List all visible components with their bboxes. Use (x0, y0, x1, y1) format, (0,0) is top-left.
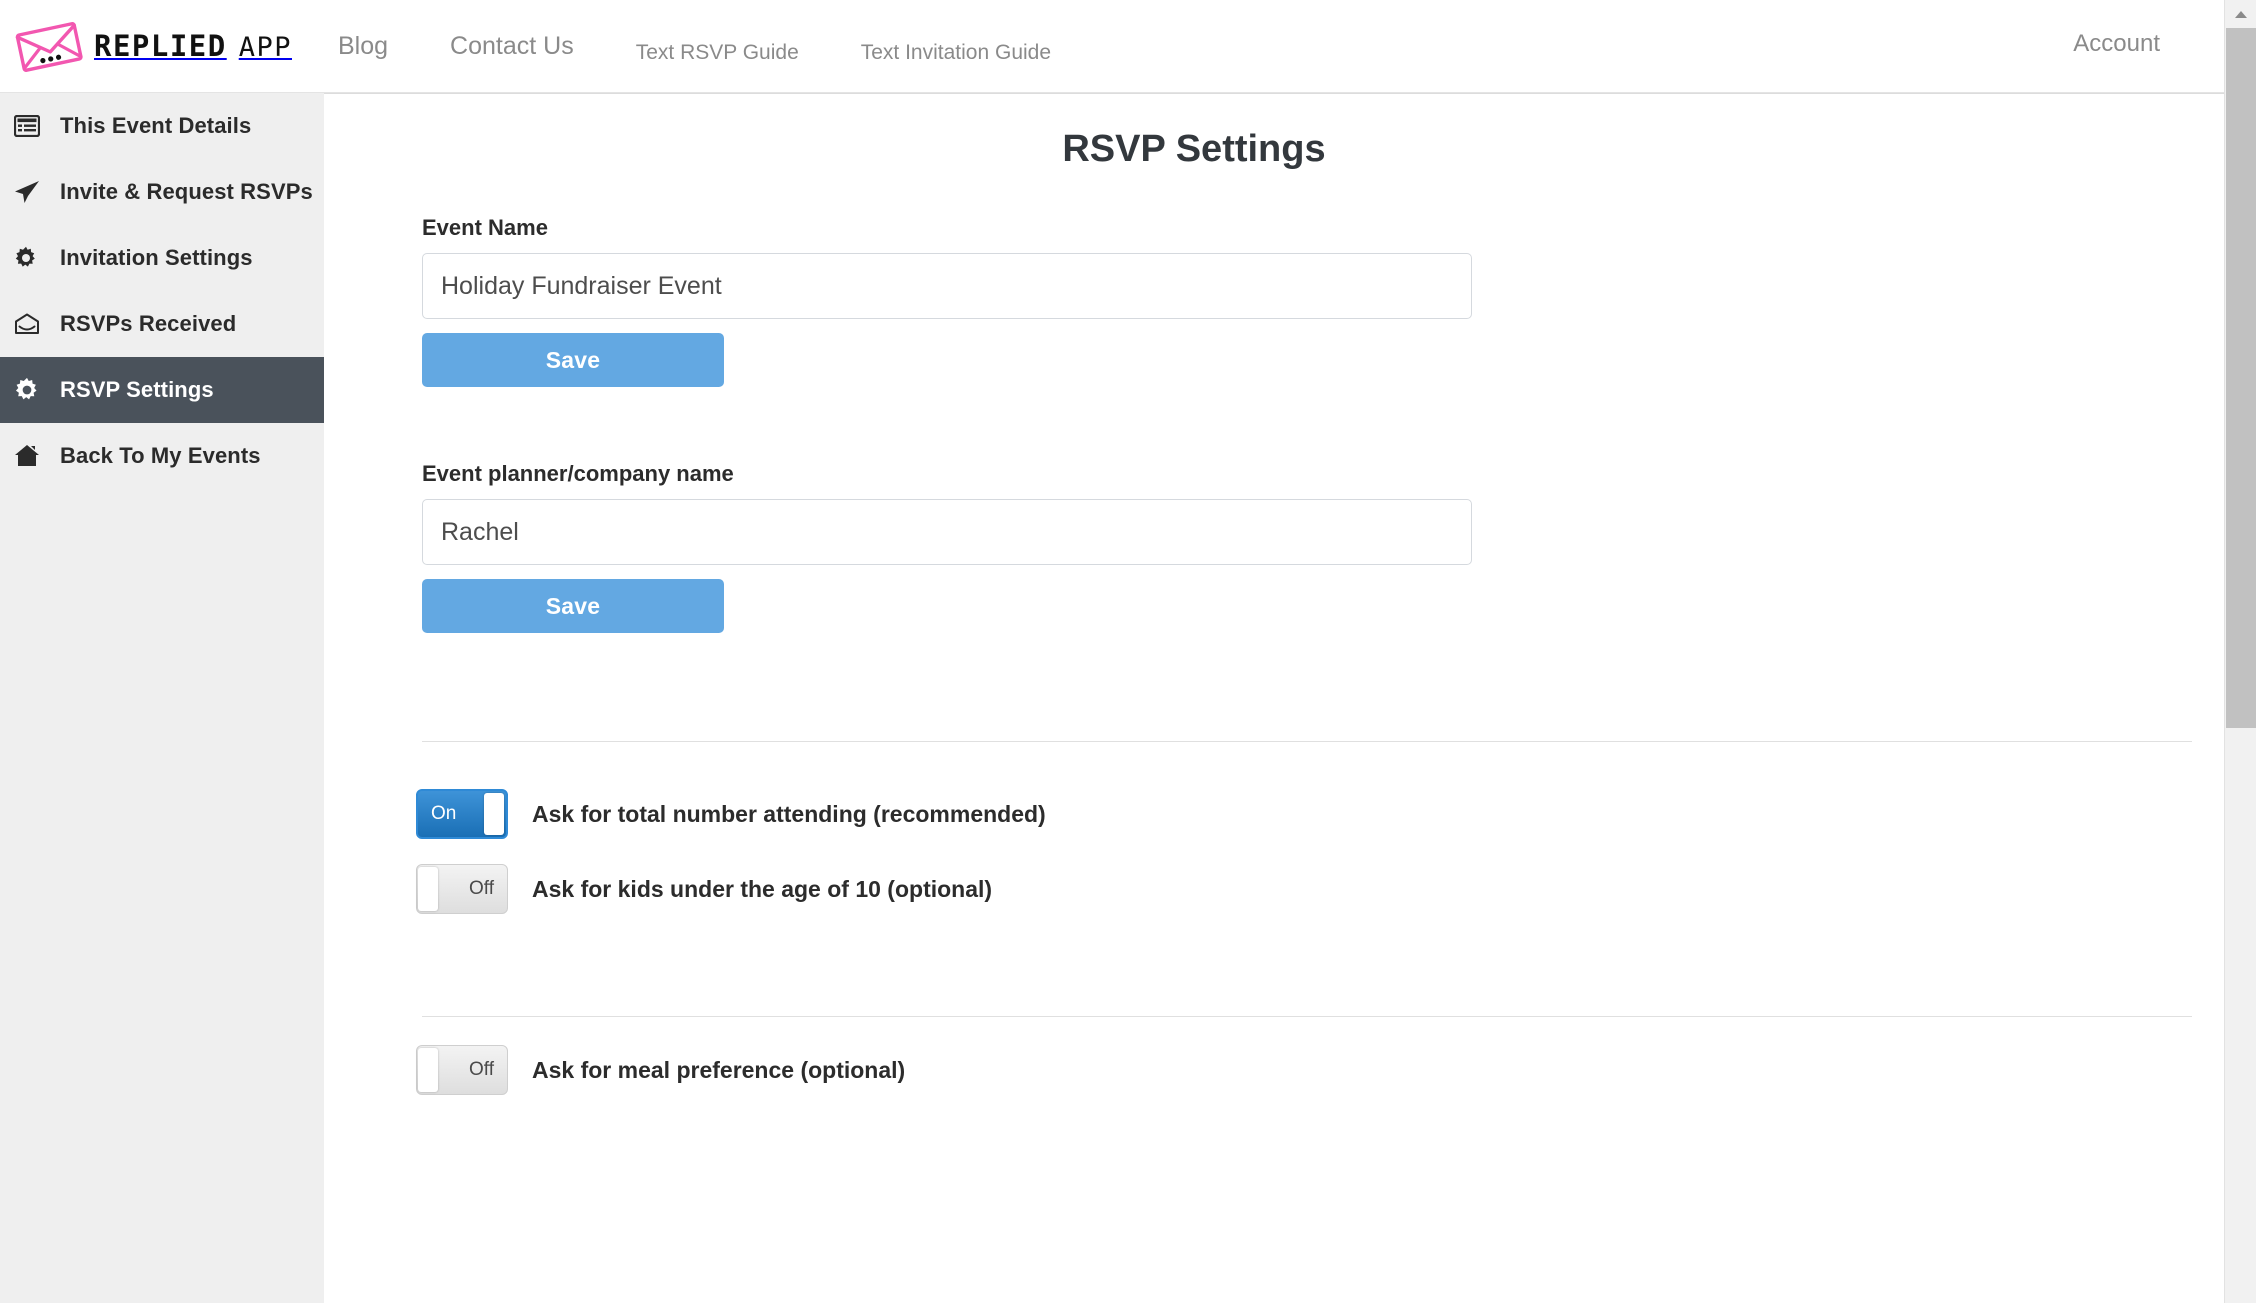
sidebar-item-label: RSVP Settings (60, 377, 214, 403)
section-divider (422, 741, 2192, 742)
account-link[interactable]: Account (2073, 30, 2160, 58)
toggle-knob (418, 867, 438, 911)
toggle-row-total-attending: On Ask for total number attending (recom… (416, 789, 2224, 839)
gear-icon (14, 377, 50, 403)
sidebar-item-label: Invite & Request RSVPs (60, 179, 313, 205)
brand-logo-link[interactable]: REPLIED APP (14, 20, 292, 72)
list-table-icon (14, 115, 50, 137)
home-icon (14, 444, 50, 468)
page-scrollbar[interactable] (2224, 0, 2256, 1303)
sidebar-item-invite-request-rsvps[interactable]: Invite & Request RSVPs (0, 159, 324, 225)
sidebar-item-back-to-my-events[interactable]: Back To My Events (0, 423, 324, 489)
toggle-label-kids-under-10: Ask for kids under the age of 10 (option… (532, 876, 992, 903)
sidebar-item-label: Back To My Events (60, 443, 261, 469)
page-title: RSVP Settings (324, 128, 2224, 171)
sidebar-item-label: This Event Details (60, 113, 251, 139)
scrollbar-thumb[interactable] (2226, 28, 2256, 728)
sidebar-item-label: Invitation Settings (60, 245, 253, 271)
brand-word-primary: REPLIED (94, 29, 227, 63)
section-divider (422, 1016, 2192, 1017)
gear-icon (14, 246, 50, 270)
save-event-name-button[interactable]: Save (422, 333, 724, 387)
event-name-label: Event Name (422, 215, 2224, 241)
brand-wordmark: REPLIED APP (94, 29, 292, 63)
page-root: REPLIED APP Blog Contact Us Text RSVP Gu… (0, 0, 2256, 1303)
save-event-planner-button[interactable]: Save (422, 579, 724, 633)
event-name-input[interactable] (422, 253, 1472, 319)
toggle-kids-under-10[interactable]: Off (416, 864, 508, 914)
nav-link-text-rsvp-guide[interactable]: Text RSVP Guide (636, 41, 799, 65)
event-name-field-group: Event Name Save (422, 215, 2224, 387)
sidebar-item-rsvps-received[interactable]: RSVPs Received (0, 291, 324, 357)
toggle-state-label: Off (469, 1046, 494, 1094)
envelope-open-icon (14, 313, 50, 335)
paper-plane-icon (14, 180, 50, 204)
toggle-knob (484, 793, 504, 835)
toggle-label-meal-preference: Ask for meal preference (optional) (532, 1057, 905, 1084)
event-planner-field-group: Event planner/company name Save (422, 461, 2224, 633)
main-content: RSVP Settings Event Name Save Event plan… (324, 93, 2224, 1303)
scroll-up-arrow-icon[interactable] (2225, 4, 2256, 24)
sidebar-item-this-event-details[interactable]: This Event Details (0, 93, 324, 159)
sidebar-item-label: RSVPs Received (60, 311, 236, 337)
top-navigation-bar: REPLIED APP Blog Contact Us Text RSVP Gu… (0, 0, 2224, 93)
nav-link-text-invitation-guide[interactable]: Text Invitation Guide (861, 41, 1051, 65)
toggle-state-label: Off (469, 865, 494, 913)
envelope-logo-icon (14, 20, 84, 72)
nav-link-blog[interactable]: Blog (338, 32, 388, 61)
sidebar-navigation: This Event Details Invite & Request RSVP… (0, 93, 324, 1303)
event-planner-input[interactable] (422, 499, 1472, 565)
sidebar-item-invitation-settings[interactable]: Invitation Settings (0, 225, 324, 291)
brand-word-secondary: APP (239, 32, 292, 63)
nav-link-contact-us[interactable]: Contact Us (450, 32, 574, 61)
toggle-row-kids-under-10: Off Ask for kids under the age of 10 (op… (416, 864, 2224, 914)
toggle-label-total-attending: Ask for total number attending (recommen… (532, 801, 1046, 828)
toggle-row-meal-preference: Off Ask for meal preference (optional) (416, 1045, 2224, 1095)
toggle-state-label: On (431, 791, 456, 837)
toggle-total-attending[interactable]: On (416, 789, 508, 839)
toggle-meal-preference[interactable]: Off (416, 1045, 508, 1095)
sidebar-item-rsvp-settings[interactable]: RSVP Settings (0, 357, 324, 423)
primary-nav-links: Blog Contact Us Text RSVP Guide Text Inv… (338, 32, 1113, 61)
event-planner-label: Event planner/company name (422, 461, 2224, 487)
toggle-knob (418, 1048, 438, 1092)
